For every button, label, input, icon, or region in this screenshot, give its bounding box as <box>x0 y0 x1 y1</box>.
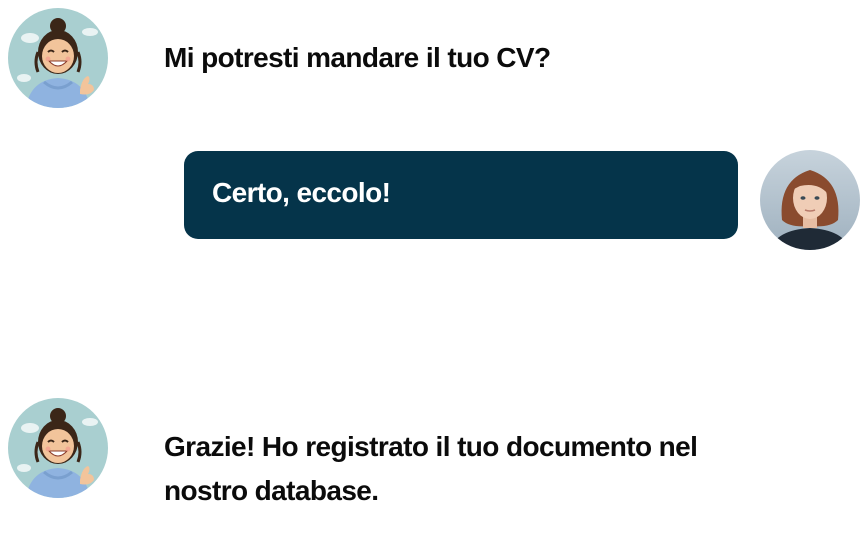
bot-avatar <box>8 398 108 498</box>
user-message-text: Certo, eccolo! <box>212 177 391 208</box>
bot-avatar <box>8 8 108 108</box>
bot-message-text: Grazie! Ho registrato il tuo documento n… <box>164 431 698 506</box>
user-message-bubble: Certo, eccolo! <box>184 151 738 239</box>
user-photo-avatar-icon <box>760 150 860 250</box>
user-avatar <box>760 150 860 250</box>
cartoon-girl-avatar-icon <box>8 8 108 108</box>
bot-message-text: Mi potresti mandare il tuo CV? <box>164 42 551 73</box>
cartoon-girl-avatar-icon <box>8 398 108 498</box>
